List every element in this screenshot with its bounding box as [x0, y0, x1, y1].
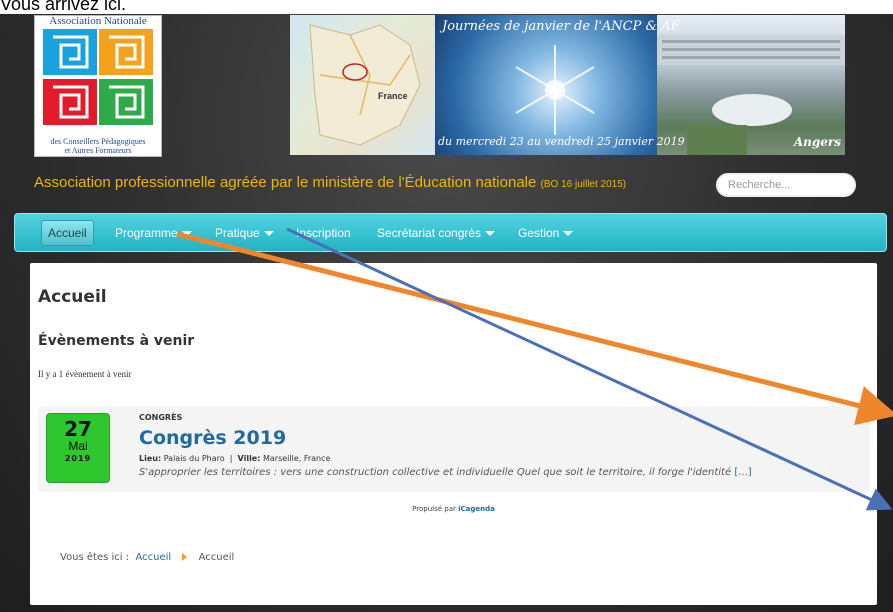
annotation-arrows — [176, 227, 893, 511]
orange-arrow — [176, 231, 893, 426]
annotation-caption: Vous arrivez ici. — [0, 0, 127, 14]
top-strip — [0, 0, 893, 14]
blue-arrow — [286, 227, 893, 511]
